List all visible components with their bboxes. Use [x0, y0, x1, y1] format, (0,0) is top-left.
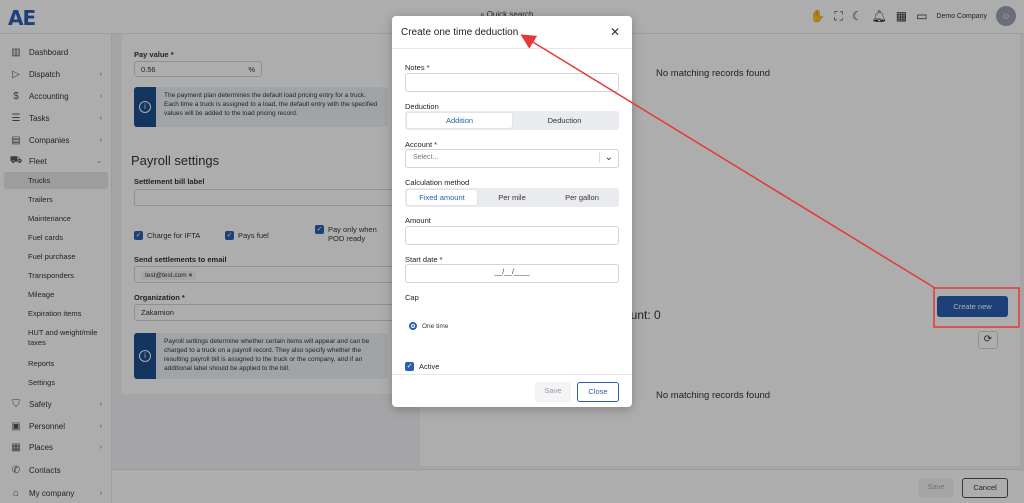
- annotation-arrow: [520, 34, 936, 289]
- annotation-layer: [520, 34, 1020, 328]
- annotation-highlight-box: [933, 287, 1020, 328]
